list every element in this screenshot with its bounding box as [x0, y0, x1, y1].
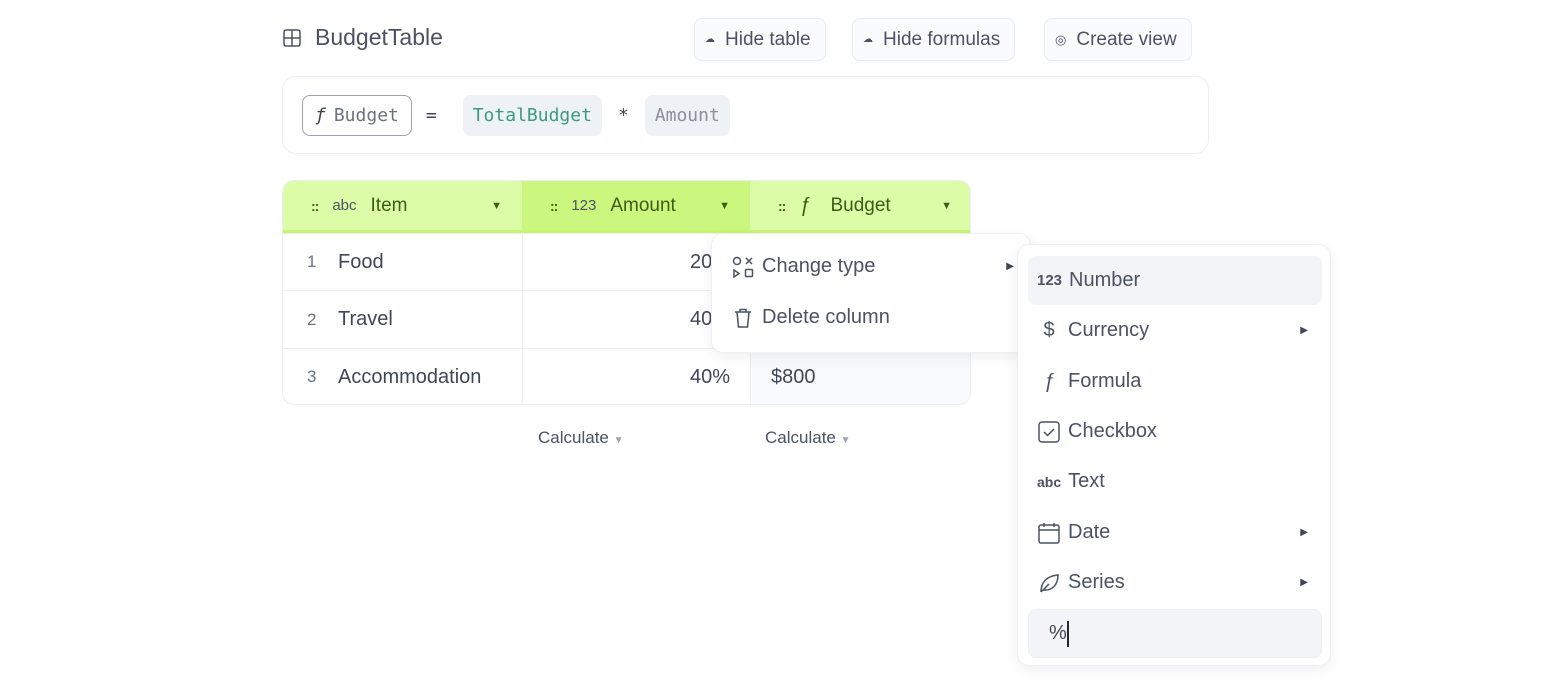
type-search-input[interactable]: %	[1028, 609, 1322, 658]
formula-bar[interactable]: ƒ Budget = TotalBudget * Amount	[282, 76, 1209, 154]
type-option-text[interactable]: abc Text	[1028, 457, 1322, 506]
dollar-icon: $	[1043, 319, 1055, 341]
drag-handle-icon[interactable]: ::	[778, 198, 786, 214]
eye-icon: ◎	[1055, 31, 1067, 47]
chevron-right-icon: ▶	[1300, 325, 1308, 336]
operand-chip[interactable]: Amount	[644, 94, 730, 136]
checkbox-icon	[1038, 420, 1060, 443]
type-option-series[interactable]: Series ▶	[1028, 558, 1322, 607]
type-submenu: 123 Number $ Currency ▶ ƒ Formula Checkbox a…	[1017, 244, 1331, 666]
caret-down-icon[interactable]: ▼	[491, 200, 502, 212]
leaf-icon	[1040, 573, 1059, 593]
create-view-button[interactable]: ◎ Create view	[1044, 18, 1192, 61]
column-header-amount[interactable]: :: 123 Amount ▼	[522, 181, 750, 233]
column-header-budget[interactable]: :: ƒ Budget ▼	[750, 181, 970, 233]
title-text: BudgetTable	[315, 24, 443, 50]
operator: *	[617, 104, 629, 126]
equals-sign: =	[425, 104, 437, 126]
type-option-checkbox[interactable]: Checkbox	[1028, 407, 1322, 456]
calculate-dropdown[interactable]: Calculate ▼	[538, 428, 624, 448]
text-icon: abc	[1037, 473, 1062, 490]
caret-down-icon: ▼	[613, 435, 624, 446]
caret-down-icon[interactable]: ▼	[941, 200, 952, 212]
eye-closed-icon: ☁	[705, 34, 715, 45]
table-cell[interactable]: 2 Travel	[283, 290, 522, 348]
chevron-right-icon: ▶	[1300, 577, 1308, 588]
hide-table-button[interactable]: ☁ Hide table	[694, 18, 826, 61]
shapes-icon	[732, 256, 754, 278]
type-icon: abc	[332, 197, 357, 214]
formula-icon: ƒ	[315, 104, 326, 126]
type-option-date[interactable]: Date ▶	[1028, 508, 1322, 557]
number-icon: 123	[1037, 272, 1063, 289]
formula-icon: ƒ	[799, 194, 811, 216]
menu-item-delete-column[interactable]: Delete column	[732, 306, 890, 329]
operand-chip[interactable]: TotalBudget	[462, 94, 602, 136]
caret-down-icon[interactable]: ▼	[719, 200, 730, 212]
type-option-formula[interactable]: ƒ Formula	[1028, 357, 1322, 406]
formula-icon: ƒ	[1043, 370, 1055, 392]
table-icon	[283, 28, 301, 47]
table-cell[interactable]: 3 Accommodation	[283, 348, 522, 404]
table-cell[interactable]: $800	[750, 348, 970, 404]
chevron-right-icon: ▶	[1006, 261, 1014, 272]
type-option-number[interactable]: 123 Number	[1028, 256, 1322, 305]
table-title: BudgetTable	[283, 24, 443, 51]
trash-icon	[735, 308, 751, 328]
type-option-currency[interactable]: $ Currency ▶	[1028, 306, 1322, 355]
calculate-dropdown[interactable]: Calculate ▼	[765, 428, 851, 448]
menu-item-change-type[interactable]: Change type ▶	[732, 255, 1014, 278]
text-cursor	[1066, 620, 1069, 647]
calendar-icon	[1038, 522, 1060, 544]
number-type-icon: 123	[571, 197, 597, 214]
column-header-item[interactable]: :: abc Item ▼	[283, 181, 522, 233]
hide-formulas-button[interactable]: ☁ Hide formulas	[852, 18, 1016, 61]
drag-handle-icon[interactable]: ::	[550, 198, 558, 214]
caret-down-icon: ▼	[840, 435, 851, 446]
chevron-right-icon: ▶	[1300, 527, 1308, 538]
table-cell[interactable]: 1 Food	[283, 233, 522, 290]
eye-closed-icon: ☁	[863, 34, 873, 45]
column-menu: Change type ▶ Delete column	[711, 233, 1031, 353]
formula-target-chip[interactable]: ƒ Budget	[302, 94, 412, 136]
table-cell[interactable]: 40%	[522, 348, 750, 404]
drag-handle-icon[interactable]: ::	[311, 198, 319, 214]
